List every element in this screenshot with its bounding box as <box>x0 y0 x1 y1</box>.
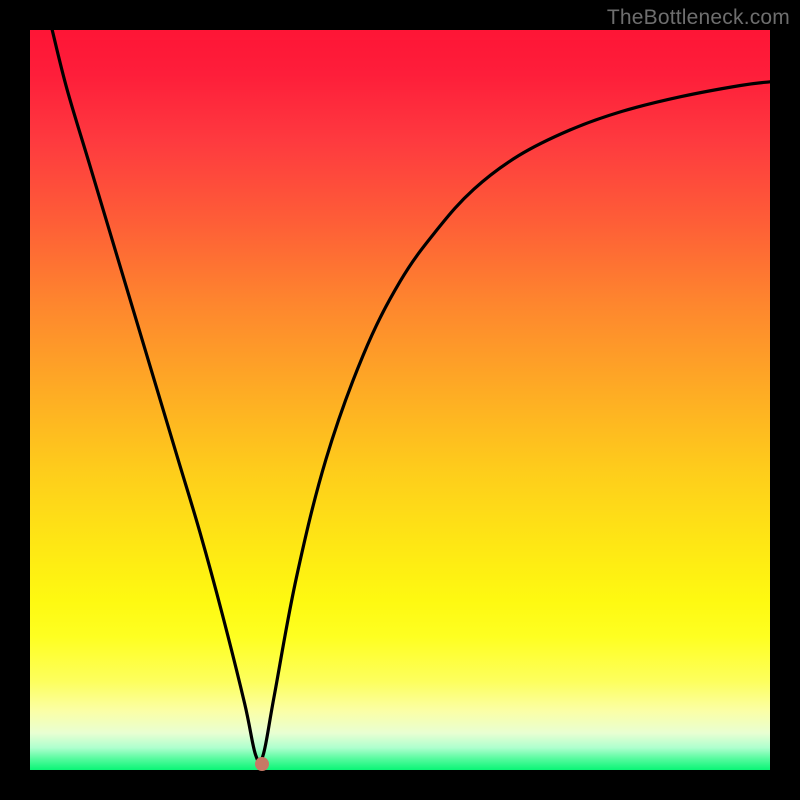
chart-frame: TheBottleneck.com <box>0 0 800 800</box>
watermark-text: TheBottleneck.com <box>607 6 790 30</box>
optimal-point-marker <box>255 757 269 771</box>
bottleneck-curve <box>30 30 770 770</box>
plot-area <box>30 30 770 770</box>
